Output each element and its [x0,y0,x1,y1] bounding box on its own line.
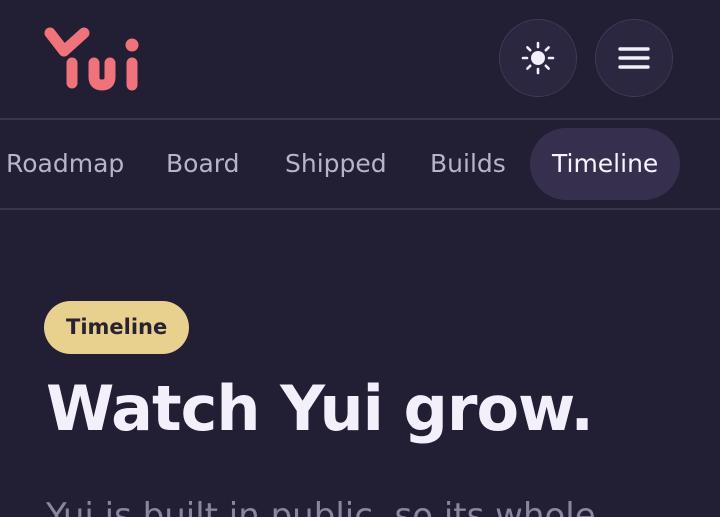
yui-logo[interactable] [42,25,144,93]
theme-toggle-button[interactable] [499,19,577,97]
tab-timeline[interactable]: Timeline [530,128,681,200]
tab-board[interactable]: Board [166,128,239,200]
top-header [0,0,720,118]
tab-roadmap[interactable]: Roadmap [6,128,124,200]
tab-shipped[interactable]: Shipped [285,128,387,200]
tabs-divider [0,208,720,210]
section-badge: Timeline [44,301,190,354]
menu-button[interactable] [595,19,673,97]
section-tabs: Roadmap Board Shipped Builds Timeline [0,120,720,208]
page-title: Watch Yui grow. [46,372,594,445]
sun-icon [521,41,555,75]
tab-builds[interactable]: Builds [430,128,506,200]
page: Roadmap Board Shipped Builds Timeline Ti… [0,0,720,517]
hero-description: Yui is built in public, so its whole [46,496,596,517]
hamburger-menu-icon [618,47,650,69]
